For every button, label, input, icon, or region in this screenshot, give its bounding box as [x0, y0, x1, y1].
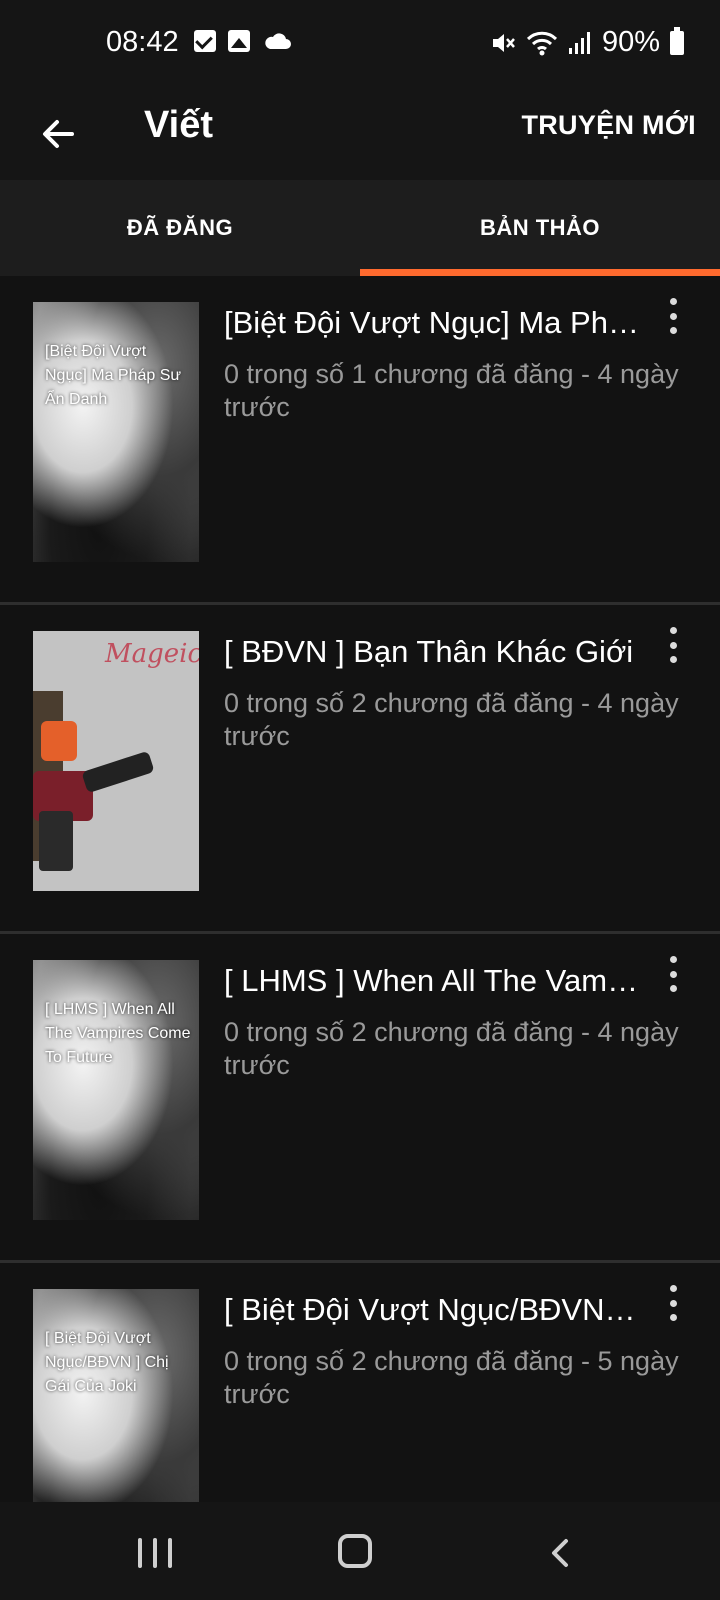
story-title: [ Biệt Đội Vượt Ngục/BĐVN ] Chị Gái Của … — [224, 1292, 644, 1327]
cover-figure — [39, 811, 73, 871]
story-meta: 0 trong số 2 chương đã đăng - 5 ngày trư… — [224, 1346, 679, 1409]
story-cover: [ LHMS ] When All The Vampires Come To F… — [33, 960, 199, 1220]
image-icon — [228, 30, 250, 52]
system-nav-bar — [0, 1502, 720, 1600]
recents-icon[interactable] — [138, 1538, 172, 1568]
wifi-icon — [526, 31, 558, 55]
battery-icon — [670, 26, 684, 55]
cover-text: [Biệt Đội Vượt Ngục] Ma Pháp Sư Ẩn Danh — [45, 343, 182, 408]
cover-text: Mageic M — [105, 639, 199, 669]
mute-icon — [492, 33, 515, 52]
story-meta: 0 trong số 2 chương đã đăng - 4 ngày trư… — [224, 1017, 679, 1080]
app-bar: Viết TRUYỆN MỚI — [0, 88, 720, 180]
more-options-icon[interactable] — [656, 623, 690, 667]
story-item[interactable]: Mageic M [ BĐVN ] Bạn Thân Khác Giới 0 t… — [0, 605, 720, 934]
story-cover: [Biệt Đội Vượt Ngục] Ma Pháp Sư Ẩn Danh — [33, 302, 199, 562]
home-icon[interactable] — [338, 1534, 372, 1568]
cover-figure — [81, 750, 155, 794]
cover-text: [ LHMS ] When All The Vampires Come To F… — [45, 1001, 191, 1066]
status-time: 08:42 — [106, 26, 179, 58]
back-button[interactable] — [30, 106, 86, 162]
more-options-icon[interactable] — [656, 294, 690, 338]
story-list: [Biệt Đội Vượt Ngục] Ma Pháp Sư Ẩn Danh … — [0, 276, 720, 1502]
cover-text: [ Biệt Đội Vượt Ngục/BĐVN ] Chị Gái Của … — [45, 1330, 169, 1395]
story-item[interactable]: [ Biệt Đội Vượt Ngục/BĐVN ] Chị Gái Của … — [0, 1263, 720, 1502]
tab-bar: ĐÃ ĐĂNG BẢN THẢO — [0, 180, 720, 276]
story-item[interactable]: [ LHMS ] When All The Vampires Come To F… — [0, 934, 720, 1263]
story-meta: 0 trong số 2 chương đã đăng - 4 ngày trư… — [224, 688, 679, 751]
arrow-left-icon — [43, 120, 74, 148]
tab-published[interactable]: ĐÃ ĐĂNG — [0, 180, 360, 276]
cover-figure — [41, 721, 77, 761]
status-bar: 08:42 90% — [0, 0, 720, 88]
story-cover: Mageic M — [33, 631, 199, 891]
story-title: [ LHMS ] When All The Vampires Come To F… — [224, 963, 644, 998]
story-item[interactable]: [Biệt Đội Vượt Ngục] Ma Pháp Sư Ẩn Danh … — [0, 276, 720, 605]
more-options-icon[interactable] — [656, 1281, 690, 1325]
signal-icon — [568, 31, 590, 54]
cloud-icon — [265, 33, 291, 49]
page-title: Viết — [144, 104, 214, 146]
status-right: 90% — [490, 26, 684, 59]
more-options-icon[interactable] — [656, 952, 690, 996]
story-title: [ BĐVN ] Bạn Thân Khác Giới — [224, 634, 634, 669]
story-cover: [ Biệt Đội Vượt Ngục/BĐVN ] Chị Gái Của … — [33, 1289, 199, 1502]
story-meta: 0 trong số 1 chương đã đăng - 4 ngày trư… — [224, 359, 679, 422]
story-title: [Biệt Đội Vượt Ngục] Ma Pháp Sư Ẩn Danh — [224, 305, 644, 340]
back-icon[interactable] — [546, 1538, 576, 1568]
check-box-icon — [194, 30, 216, 52]
tab-drafts[interactable]: BẢN THẢO — [360, 180, 720, 276]
battery-percent: 90% — [601, 26, 660, 58]
new-story-button[interactable]: TRUYỆN MỚI — [521, 110, 696, 141]
status-left-icons — [194, 30, 292, 52]
